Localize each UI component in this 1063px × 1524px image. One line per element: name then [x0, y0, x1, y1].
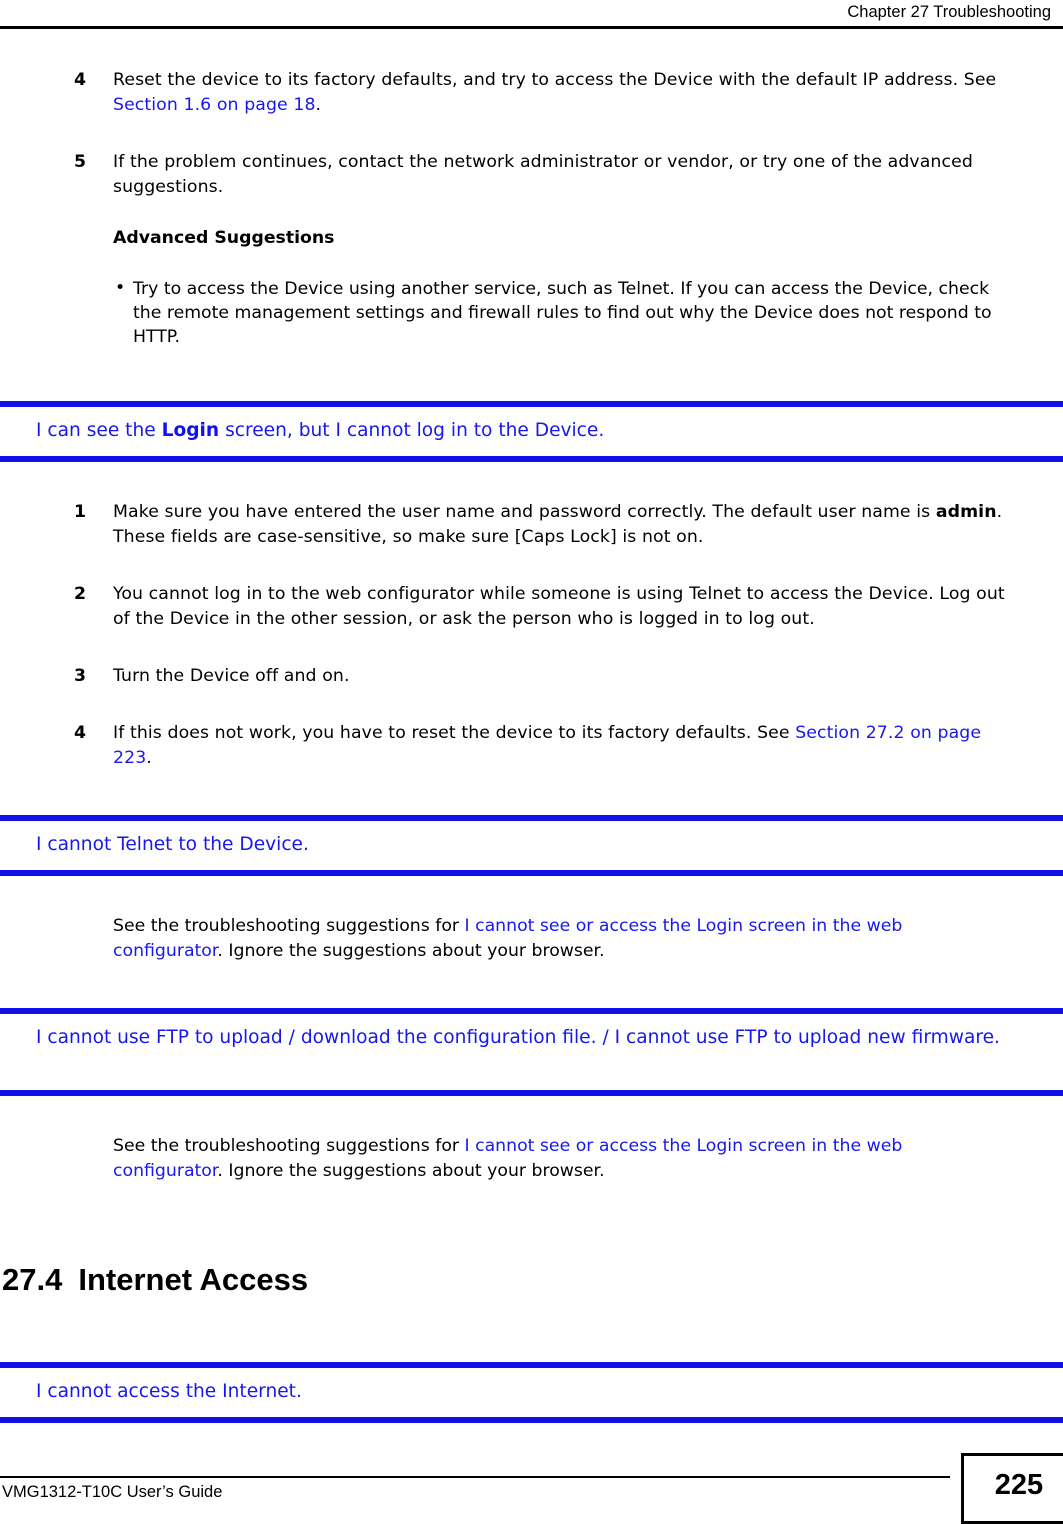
footer-divider: [0, 1476, 950, 1478]
list-item: 3 Turn the Device off and on.: [0, 664, 1063, 689]
question-heading-ftp: I cannot use FTP to upload / download th…: [0, 1008, 1063, 1096]
list-item-text: If this does not work, you have to reset…: [113, 723, 982, 768]
list-item-number: 3: [74, 666, 87, 686]
blue-rule-top: [0, 1362, 1063, 1368]
question-heading-text: I cannot access the Internet.: [36, 1381, 302, 1402]
list-item: 5 If the problem continues, contact the …: [0, 150, 1063, 200]
question-heading-login: I can see the Login screen, but I cannot…: [0, 401, 1063, 462]
page-number: 225: [994, 1469, 1044, 1501]
list-item: • Try to access the Device using another…: [0, 277, 1063, 349]
blue-rule-bottom: [0, 870, 1063, 876]
list-item: 4 If this does not work, you have to res…: [0, 721, 1063, 771]
section-number: 27.4: [2, 1262, 63, 1297]
ftp-answer-paragraph: See the troubleshooting suggestions for …: [113, 1136, 903, 1181]
list-item-text: Turn the Device off and on.: [113, 666, 350, 686]
advanced-suggestions-label: Advanced Suggestions: [113, 228, 335, 248]
telnet-answer-paragraph: See the troubleshooting suggestions for …: [113, 916, 903, 961]
list-item: 4 Reset the device to its factory defaul…: [0, 68, 1063, 118]
question-heading-telnet: I cannot Telnet to the Device.: [0, 815, 1063, 876]
list-item-number: 2: [74, 584, 87, 604]
blue-rule-bottom: [0, 456, 1063, 462]
blue-rule-bottom: [0, 1090, 1063, 1096]
list-item-text: Make sure you have entered the user name…: [113, 502, 1003, 547]
emphasis-login: Login: [161, 420, 220, 441]
blue-rule-top: [0, 401, 1063, 407]
list-item-text: If the problem continues, contact the ne…: [113, 152, 973, 197]
list-item-number: 4: [74, 723, 87, 743]
question-heading-text: I cannot Telnet to the Device.: [36, 834, 309, 855]
footer-guide-name: VMG1312-T10C User’s Guide: [2, 1483, 223, 1501]
blue-rule-top: [0, 1008, 1063, 1014]
chapter-header-label: Chapter 27 Troubleshooting: [847, 3, 1051, 21]
list-item-text: Try to access the Device using another s…: [133, 279, 992, 347]
list-item-text: You cannot log in to the web configurato…: [113, 584, 1005, 629]
question-heading-text: I can see the Login screen, but I cannot…: [36, 420, 605, 441]
emphasis-admin: admin: [935, 502, 997, 522]
bullet-glyph-icon: •: [115, 278, 126, 298]
page-content: 4 Reset the device to its factory defaul…: [0, 30, 1063, 1423]
cross-reference-link[interactable]: Section 1.6 on page 18: [113, 95, 316, 115]
list-item: 2 You cannot log in to the web configura…: [0, 582, 1063, 632]
blue-rule-top: [0, 815, 1063, 821]
section-heading-27-4: 27.4 Internet Access: [0, 1262, 1063, 1298]
list-item-text: Reset the device to its factory defaults…: [113, 70, 997, 115]
list-item-number: 1: [74, 502, 87, 522]
question-heading-internet: I cannot access the Internet.: [0, 1362, 1063, 1423]
list-item-number: 4: [74, 70, 87, 90]
section-title: Internet Access: [78, 1262, 309, 1297]
list-item-number: 5: [74, 152, 87, 172]
page-footer: VMG1312-T10C User’s Guide 225: [0, 1438, 1063, 1524]
question-heading-text: I cannot use FTP to upload / download th…: [36, 1027, 1000, 1048]
list-item: 1 Make sure you have entered the user na…: [0, 500, 1063, 550]
header-divider: [0, 26, 1063, 29]
blue-rule-bottom: [0, 1417, 1063, 1423]
page-header: Chapter 27 Troubleshooting: [0, 0, 1063, 30]
page-number-box: 225: [961, 1453, 1063, 1524]
